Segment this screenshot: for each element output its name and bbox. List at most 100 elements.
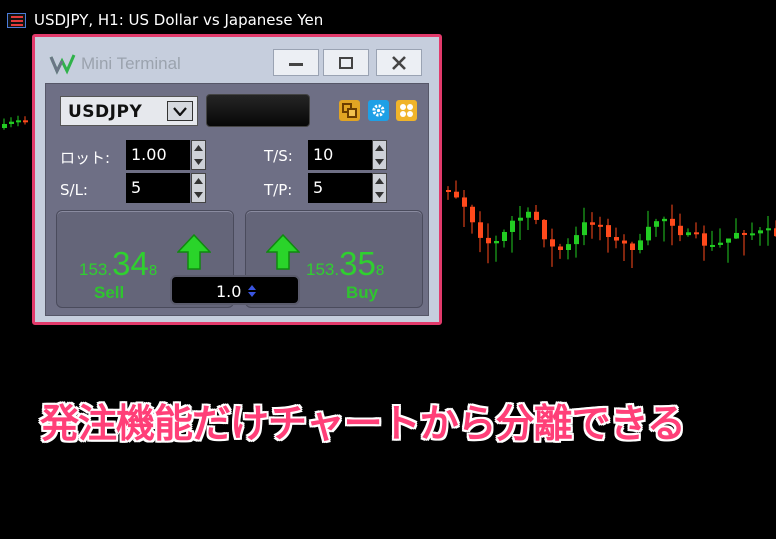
close-button[interactable] bbox=[376, 49, 422, 76]
sell-label: Sell bbox=[94, 283, 125, 302]
mini-terminal-window[interactable]: Mini Terminal USDJPY ロット: 1.00 S/L: 5 T/… bbox=[32, 34, 442, 325]
lot-label: ロット: bbox=[60, 149, 111, 167]
candlestick bbox=[622, 234, 627, 261]
candlestick bbox=[478, 211, 483, 253]
ts-stepper[interactable] bbox=[372, 140, 387, 170]
copy-icon[interactable] bbox=[339, 100, 360, 121]
lot-input[interactable]: 1.00 bbox=[126, 140, 190, 170]
minimize-icon bbox=[289, 62, 303, 66]
sell-price: 153.348 bbox=[79, 245, 158, 282]
candlestick bbox=[486, 223, 491, 264]
candlestick bbox=[502, 229, 507, 248]
ts-input-value: 10 bbox=[313, 145, 334, 164]
candlestick bbox=[582, 207, 587, 246]
lot-step-field[interactable]: 1.0 bbox=[170, 275, 300, 305]
arrow-down-icon[interactable] bbox=[192, 155, 205, 169]
gear-icon[interactable] bbox=[368, 100, 389, 121]
candlestick bbox=[686, 228, 691, 237]
candlestick bbox=[23, 116, 28, 125]
terminal-panel: USDJPY ロット: 1.00 S/L: 5 T/S: 10 T/P: 5 1… bbox=[45, 83, 429, 316]
arrow-up-icon bbox=[266, 234, 300, 270]
restore-button[interactable] bbox=[323, 49, 369, 76]
ts-input[interactable]: 10 bbox=[308, 140, 372, 170]
candlestick bbox=[734, 218, 739, 239]
candlestick bbox=[446, 186, 451, 200]
buy-price: 153.358 bbox=[306, 245, 385, 282]
sl-label: S/L: bbox=[60, 181, 88, 199]
close-icon bbox=[392, 55, 406, 70]
tp-input-value: 5 bbox=[313, 178, 324, 197]
candlestick bbox=[542, 219, 547, 248]
sl-input[interactable]: 5 bbox=[126, 173, 190, 203]
ts-label: T/S: bbox=[264, 147, 293, 165]
candlestick bbox=[614, 227, 619, 249]
candlestick bbox=[670, 204, 675, 246]
candlestick bbox=[16, 115, 21, 127]
updown-icon[interactable] bbox=[248, 285, 256, 297]
candlestick bbox=[726, 238, 731, 263]
candlestick bbox=[710, 230, 715, 251]
sl-input-value: 5 bbox=[131, 178, 142, 197]
candlestick bbox=[750, 222, 755, 241]
chart-menu-icon[interactable] bbox=[7, 13, 26, 28]
arrow-down-icon[interactable] bbox=[192, 188, 205, 202]
candlestick bbox=[662, 216, 667, 242]
symbol-value: USDJPY bbox=[68, 102, 143, 122]
candlestick bbox=[2, 118, 7, 130]
minimize-button[interactable] bbox=[273, 49, 319, 76]
candlestick bbox=[638, 233, 643, 254]
window-titlebar[interactable]: Mini Terminal bbox=[35, 37, 439, 81]
tp-label: T/P: bbox=[264, 181, 293, 199]
arrow-up-icon bbox=[177, 234, 211, 270]
candlestick bbox=[678, 213, 683, 242]
chart-title: USDJPY, H1: US Dollar vs Japanese Yen bbox=[34, 11, 324, 29]
chart-header: USDJPY, H1: US Dollar vs Japanese Yen bbox=[0, 0, 776, 36]
tp-stepper[interactable] bbox=[372, 173, 387, 203]
arrow-up-icon[interactable] bbox=[192, 174, 205, 188]
candlestick bbox=[646, 210, 651, 246]
candlestick bbox=[606, 218, 611, 253]
arrow-up-icon[interactable] bbox=[373, 174, 386, 188]
candlestick bbox=[494, 235, 499, 262]
arrow-down-icon[interactable] bbox=[373, 155, 386, 169]
candlestick bbox=[462, 189, 467, 228]
candlestick bbox=[694, 222, 699, 239]
status-display bbox=[206, 94, 310, 127]
buy-label: Buy bbox=[346, 283, 379, 302]
candlestick bbox=[566, 238, 571, 260]
window-title: Mini Terminal bbox=[81, 54, 181, 73]
candlestick bbox=[534, 205, 539, 225]
candlestick bbox=[718, 228, 723, 248]
candlestick bbox=[574, 226, 579, 258]
lot-input-value: 1.00 bbox=[131, 145, 167, 164]
arrow-up-icon[interactable] bbox=[192, 141, 205, 155]
candlestick bbox=[590, 212, 595, 239]
app-logo-icon bbox=[49, 54, 76, 75]
restore-icon bbox=[339, 56, 353, 69]
candlestick bbox=[518, 206, 523, 241]
candlestick bbox=[654, 218, 659, 237]
candlestick bbox=[758, 227, 763, 246]
lot-stepper[interactable] bbox=[191, 140, 206, 170]
chevron-down-icon[interactable] bbox=[167, 101, 193, 121]
arrow-up-icon[interactable] bbox=[373, 141, 386, 155]
candlestick bbox=[742, 229, 747, 256]
candlestick bbox=[598, 216, 603, 241]
arrow-down-icon[interactable] bbox=[373, 188, 386, 202]
symbol-select[interactable]: USDJPY bbox=[60, 96, 198, 126]
tp-input[interactable]: 5 bbox=[308, 173, 372, 203]
lot-step-value: 1.0 bbox=[216, 282, 242, 301]
candlestick bbox=[526, 207, 531, 231]
candlestick bbox=[9, 117, 14, 128]
candlestick bbox=[454, 180, 459, 199]
candlestick bbox=[630, 241, 635, 269]
caption-text: 発注機能だけチャートから分離できる bbox=[40, 402, 686, 447]
grid-icon[interactable] bbox=[396, 100, 417, 121]
candlestick bbox=[510, 215, 515, 253]
candlestick bbox=[702, 225, 707, 261]
candlestick bbox=[550, 228, 555, 267]
candlestick bbox=[470, 204, 475, 234]
candlestick bbox=[766, 215, 771, 246]
sl-stepper[interactable] bbox=[191, 173, 206, 203]
candlestick bbox=[558, 243, 563, 259]
